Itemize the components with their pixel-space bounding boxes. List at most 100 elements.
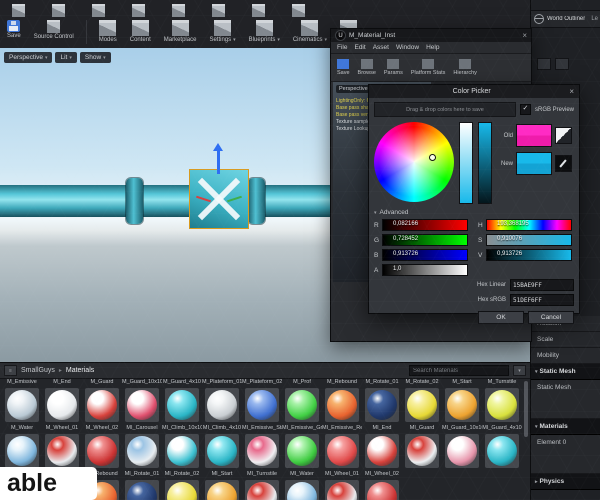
asset-tile[interactable] bbox=[402, 434, 442, 471]
content-scrollbar[interactable] bbox=[524, 381, 528, 437]
world-outliner-header[interactable]: World Outliner Le bbox=[531, 10, 600, 28]
color-dropzone[interactable]: Drag & drop colors here to save bbox=[374, 102, 516, 117]
viewport-perspective-button[interactable]: Perspective ▾ bbox=[4, 52, 53, 63]
asset-tile[interactable] bbox=[442, 388, 482, 425]
slider-a[interactable]: 1,0 bbox=[382, 264, 468, 276]
preview-perspective-button[interactable]: Perspective bbox=[336, 85, 371, 93]
static-mesh-property[interactable]: Static Mesh bbox=[531, 380, 600, 419]
wheel-handle[interactable] bbox=[429, 154, 437, 161]
cancel-button[interactable]: Cancel bbox=[528, 311, 574, 324]
asset-tile[interactable] bbox=[282, 480, 322, 500]
hex-linear-input[interactable] bbox=[510, 279, 574, 291]
slider-s[interactable]: 0,910076 bbox=[486, 234, 572, 246]
static-mesh-section-header[interactable]: ▾ Static Mesh bbox=[531, 364, 600, 380]
advanced-toggle[interactable]: ▾ Advanced bbox=[374, 209, 574, 216]
srgb-checkbox[interactable]: ✓ bbox=[519, 104, 531, 115]
asset-tile[interactable] bbox=[322, 388, 362, 425]
asset-tile[interactable] bbox=[482, 434, 522, 471]
close-icon[interactable]: × bbox=[569, 87, 574, 96]
menu-asset[interactable]: Asset bbox=[373, 44, 389, 51]
toolbar-modes-button[interactable]: Modes bbox=[96, 19, 120, 44]
close-icon[interactable]: × bbox=[522, 31, 527, 40]
old-color-swatch[interactable] bbox=[516, 124, 552, 147]
toolbar-marketplace-button[interactable]: Marketplace bbox=[161, 19, 200, 44]
asset-tile[interactable] bbox=[42, 434, 82, 471]
asset-tile[interactable] bbox=[482, 388, 522, 425]
theme-toggle-button[interactable] bbox=[555, 127, 572, 144]
menu-file[interactable]: File bbox=[337, 44, 347, 51]
mini-tab-7-icon[interactable] bbox=[250, 3, 266, 17]
physics-section-header[interactable]: ▸ Physics bbox=[531, 474, 600, 490]
menu-help[interactable]: Help bbox=[426, 44, 439, 51]
search-input[interactable] bbox=[409, 365, 509, 376]
asset-tile[interactable] bbox=[42, 388, 82, 425]
material-hierarchy-button[interactable]: Hierarchy bbox=[453, 59, 477, 76]
slider-b[interactable]: 0,913726 bbox=[382, 249, 468, 261]
menu-edit[interactable]: Edit bbox=[354, 44, 365, 51]
asset-tile[interactable] bbox=[242, 434, 282, 471]
asset-tile[interactable] bbox=[2, 434, 42, 471]
toolbar-settings-button[interactable]: Settings ▾ bbox=[206, 19, 238, 44]
hex-srgb-input[interactable] bbox=[510, 294, 574, 306]
asset-tile[interactable] bbox=[242, 480, 282, 500]
asset-tile[interactable] bbox=[202, 434, 242, 471]
asset-tile[interactable] bbox=[242, 388, 282, 425]
source-control-button[interactable]: Source Control bbox=[31, 19, 77, 41]
asset-tile[interactable] bbox=[122, 480, 162, 500]
asset-tile[interactable] bbox=[362, 434, 402, 471]
material-save-button[interactable]: Save bbox=[337, 59, 350, 76]
viewport-show-button[interactable]: Show ▾ bbox=[79, 52, 111, 63]
asset-tile[interactable] bbox=[162, 388, 202, 425]
ok-button[interactable]: OK bbox=[478, 311, 524, 324]
toolbar-content-button[interactable]: Content bbox=[127, 19, 154, 44]
material-platform-stats-button[interactable]: Platform Stats bbox=[411, 59, 445, 76]
asset-tile[interactable] bbox=[122, 388, 162, 425]
asset-tile[interactable] bbox=[2, 388, 42, 425]
materials-section-header[interactable]: ▾ Materials bbox=[531, 419, 600, 435]
asset-tile[interactable] bbox=[362, 480, 402, 500]
color-wheel[interactable] bbox=[374, 122, 454, 202]
asset-tile[interactable] bbox=[402, 388, 442, 425]
asset-tile[interactable] bbox=[82, 434, 122, 471]
mini-tab-5-icon[interactable] bbox=[170, 3, 186, 17]
mini-tab-6-icon[interactable] bbox=[210, 3, 226, 17]
save-button[interactable]: Save bbox=[4, 19, 24, 40]
mini-tab-4-icon[interactable] bbox=[130, 3, 146, 17]
viewport-lit-button[interactable]: Lit ▾ bbox=[55, 52, 77, 63]
details-tool-icon-1[interactable] bbox=[537, 58, 551, 70]
mini-tab-3-icon[interactable] bbox=[90, 3, 106, 17]
sources-panel-icon[interactable]: ≡ bbox=[4, 365, 17, 376]
material-browse-button[interactable]: Browse bbox=[358, 59, 376, 76]
mini-tab-1-icon[interactable] bbox=[10, 3, 26, 17]
toolbar-cinematics-button[interactable]: Cinematics ▾ bbox=[290, 19, 330, 44]
material-params-button[interactable]: Params bbox=[384, 59, 403, 76]
menu-window[interactable]: Window bbox=[396, 44, 419, 51]
mini-tab-8-icon[interactable] bbox=[290, 3, 306, 17]
color-picker-titlebar[interactable]: Color Picker × bbox=[369, 85, 579, 98]
selected-flipper-cube[interactable] bbox=[190, 170, 248, 228]
asset-tile[interactable] bbox=[202, 388, 242, 425]
asset-tile[interactable] bbox=[442, 434, 482, 471]
asset-tile[interactable] bbox=[282, 388, 322, 425]
value-slider[interactable] bbox=[478, 122, 492, 204]
slider-h[interactable]: 193,368195 bbox=[486, 219, 572, 231]
new-color-swatch[interactable] bbox=[516, 152, 552, 175]
toolbar-blueprints-button[interactable]: Blueprints ▾ bbox=[246, 19, 283, 44]
element0-property[interactable]: Element 0 bbox=[531, 435, 600, 474]
asset-tile[interactable] bbox=[82, 388, 122, 425]
asset-tile[interactable] bbox=[202, 480, 242, 500]
asset-tile[interactable] bbox=[162, 434, 202, 471]
asset-tile[interactable] bbox=[122, 434, 162, 471]
asset-tile[interactable] bbox=[162, 480, 202, 500]
view-options-icon[interactable]: ▾ bbox=[513, 365, 526, 376]
asset-tile[interactable] bbox=[282, 434, 322, 471]
saturation-slider[interactable] bbox=[459, 122, 473, 204]
details-tool-icon-2[interactable] bbox=[555, 58, 569, 70]
details-row-scale[interactable]: Scale bbox=[531, 332, 600, 348]
asset-tile[interactable] bbox=[362, 388, 402, 425]
slider-g[interactable]: 0,728452 bbox=[382, 234, 468, 246]
slider-r[interactable]: 0,082166 bbox=[382, 219, 468, 231]
gizmo-z-arrow[interactable] bbox=[213, 143, 223, 174]
asset-tile[interactable] bbox=[322, 480, 362, 500]
breadcrumb-root[interactable]: SmallGuys bbox=[21, 367, 55, 374]
